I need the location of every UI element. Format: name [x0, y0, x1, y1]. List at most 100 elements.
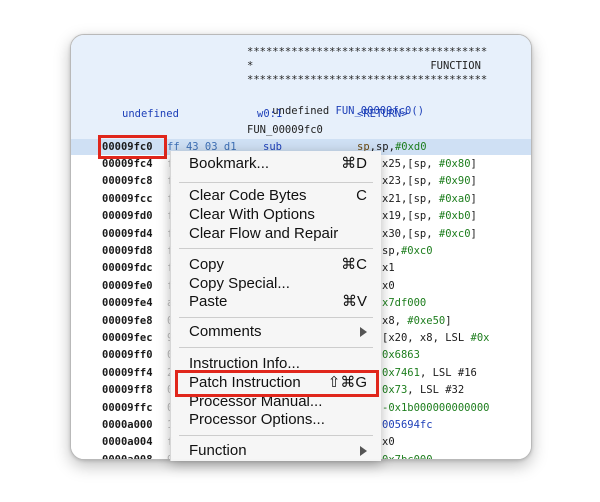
instruction-operands[interactable]: x21,[sp, #0xa0]	[382, 192, 477, 206]
instruction-operands[interactable]: 0x7bc000	[382, 453, 433, 460]
instruction-address[interactable]: 00009fd8	[102, 244, 153, 258]
operand-text: x19,[sp,	[382, 210, 439, 223]
instruction-operands[interactable]: -0x1b000000000000	[382, 401, 489, 415]
instruction-address[interactable]: 00009fe0	[102, 279, 153, 293]
instruction-operands[interactable]: x30,[sp, #0xc0]	[382, 227, 477, 241]
menu-separator	[179, 182, 373, 183]
instruction-address[interactable]: 00009ff8	[102, 383, 153, 397]
operand-literal: #0x80	[438, 158, 471, 170]
operand-suffix: ]	[470, 192, 477, 205]
instruction-address[interactable]: 00009ffc	[102, 401, 153, 415]
shortcut-paste: ⌘V	[341, 293, 367, 310]
operand-suffix: ]	[470, 210, 477, 223]
menu-item-processor-options[interactable]: Processor Options...	[189, 410, 325, 430]
operand-text: x0	[382, 436, 395, 449]
operand-literal: #0xe50	[407, 314, 446, 327]
operand-literal: #0xc0	[438, 227, 471, 240]
return-type: undefined	[122, 108, 179, 120]
operand-text: x8,	[382, 314, 408, 327]
instruction-operands[interactable]: 0x7461, LSL #16	[382, 366, 477, 380]
submenu-arrow-icon	[360, 327, 367, 337]
menu-item-clear-code-bytes[interactable]: Clear Code Bytes	[189, 186, 307, 206]
instruction-operands[interactable]: x1	[382, 261, 395, 275]
operand-text: x0	[382, 279, 395, 292]
instruction-operands[interactable]: x8, #0xe50]	[382, 314, 452, 328]
context-menu: Bookmark... ⌘D Clear Code Bytes C Clear …	[170, 151, 381, 461]
instruction-address[interactable]: 00009fcc	[102, 192, 153, 206]
menu-item-clear-flow-and-repair[interactable]: Clear Flow and Repair	[189, 224, 338, 244]
instruction-operands[interactable]: x0	[382, 435, 395, 449]
instruction-address[interactable]: 00009fdc	[102, 261, 153, 275]
operand-literal: #0xb0	[438, 210, 471, 223]
menu-item-function[interactable]: Function	[189, 441, 247, 461]
menu-item-instruction-info[interactable]: Instruction Info...	[189, 354, 300, 374]
operand-literal: #0xc0	[400, 245, 433, 257]
instruction-operands[interactable]: 0x73, LSL #32	[382, 383, 464, 397]
menu-item-processor-manual[interactable]: Processor Manual...	[189, 392, 322, 412]
instruction-operands[interactable]: [x20, x8, LSL #0x	[382, 331, 489, 345]
instruction-address[interactable]: 00009fe4	[102, 296, 153, 310]
return-storage: w0:1	[257, 108, 283, 120]
operand-literal: 0x6863	[382, 349, 420, 362]
operand-text: x21,[sp,	[382, 192, 439, 205]
operand-text: x25,[sp,	[382, 158, 439, 170]
instruction-operands[interactable]: x25,[sp, #0x80]	[382, 157, 477, 171]
operand-text: x1	[382, 262, 395, 275]
operand-suffix: ]	[470, 227, 477, 240]
instruction-operands[interactable]: x19,[sp, #0xb0]	[382, 209, 477, 223]
instruction-operands[interactable]: x7df000	[382, 296, 426, 310]
operand-literal: 005694fc	[382, 419, 433, 431]
operand-literal: #0xd0	[394, 141, 427, 153]
operand-literal: #0x	[470, 332, 490, 344]
submenu-arrow-icon	[360, 446, 367, 456]
operand-literal: #0xa0	[438, 192, 471, 205]
instruction-operands[interactable]: x23,[sp, #0x90]	[382, 174, 477, 188]
operand-literal: #0x90	[438, 175, 471, 188]
operand-suffix: , LSL #32	[407, 384, 465, 397]
instruction-address[interactable]: 00009ff0	[102, 348, 153, 362]
shortcut-patch-instruction: ⇧⌘G	[327, 374, 367, 391]
instruction-address[interactable]: 00009fe8	[102, 314, 153, 328]
instruction-address[interactable]: 00009fec	[102, 331, 153, 345]
shortcut-bookmark: ⌘D	[341, 155, 367, 172]
instruction-address[interactable]: 0000a004	[102, 435, 153, 449]
menu-item-copy[interactable]: Copy	[189, 255, 224, 275]
operand-literal: 0x7bc000	[382, 453, 433, 460]
menu-item-patch-instruction[interactable]: Patch Instruction	[189, 373, 301, 393]
instruction-operands[interactable]: 005694fc	[382, 418, 433, 432]
instruction-address[interactable]: 00009fd0	[102, 209, 153, 223]
instruction-operands[interactable]: sp,#0xc0	[382, 244, 433, 258]
instruction-address[interactable]: 00009fc8	[102, 174, 153, 188]
menu-item-comments[interactable]: Comments	[189, 322, 262, 342]
operand-suffix: ]	[445, 314, 452, 327]
operand-literal: x7df000	[382, 297, 427, 310]
operand-literal: -0x1b000000000000	[382, 401, 490, 414]
menu-separator	[179, 317, 373, 318]
return-name: <RETURN>	[357, 108, 408, 120]
instruction-address[interactable]: 0000a008	[102, 453, 153, 459]
operand-suffix: ]	[470, 158, 477, 170]
operand-suffix: , LSL #16	[419, 366, 477, 379]
instruction-address[interactable]: 0000a000	[102, 418, 153, 432]
shortcut-clear-code-bytes: C	[356, 187, 367, 204]
instruction-address[interactable]: 00009ff4	[102, 366, 153, 380]
operand-text: x23,[sp,	[382, 175, 439, 188]
operand-literal: 0x7461	[382, 366, 420, 379]
operand-literal: 0x73	[382, 384, 408, 397]
operand-suffix: ]	[470, 175, 477, 188]
instruction-address[interactable]: 00009fc4	[102, 157, 153, 171]
header-star-line: **************************************	[247, 46, 488, 58]
menu-item-bookmark[interactable]: Bookmark...	[189, 154, 269, 174]
instruction-operands[interactable]: x0	[382, 279, 395, 293]
menu-item-clear-with-options[interactable]: Clear With Options	[189, 205, 315, 225]
header-function-label: * FUNCTION	[247, 60, 481, 72]
instruction-address[interactable]: 00009fd4	[102, 227, 153, 241]
menu-item-copy-special[interactable]: Copy Special...	[189, 274, 290, 294]
menu-separator	[179, 347, 373, 348]
shortcut-copy: ⌘C	[341, 256, 367, 273]
instruction-operands[interactable]: 0x6863	[382, 348, 420, 362]
operand-text: sp,	[382, 245, 401, 257]
menu-item-paste[interactable]: Paste	[189, 292, 227, 312]
function-label[interactable]: FUN_00009fc0	[247, 123, 323, 137]
address-00009fc0[interactable]: 00009fc0	[102, 140, 153, 154]
